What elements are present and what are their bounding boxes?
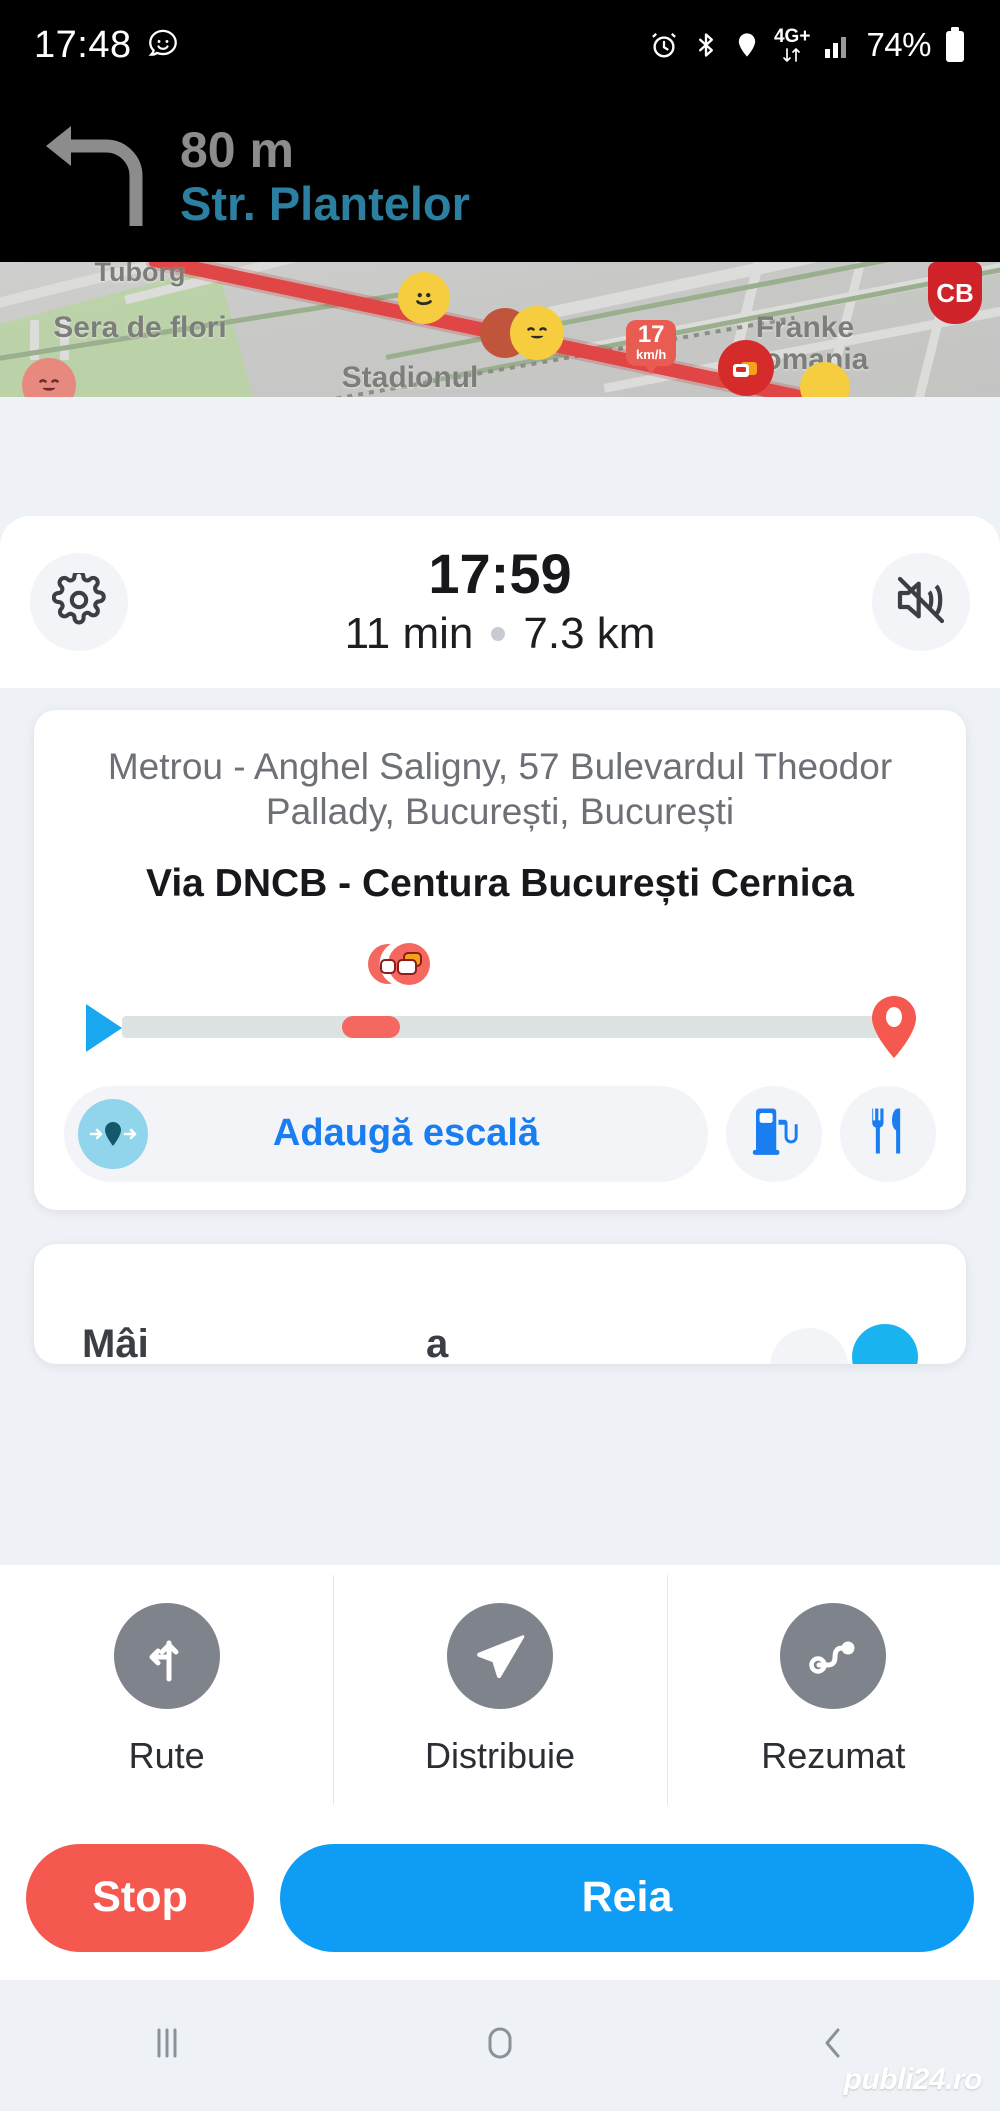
destination-address: Metrou - Anghel Saligny, 57 Bulevardul T… xyxy=(107,746,893,833)
android-navigation-bar: publi24.ro xyxy=(0,1980,1000,2111)
status-bar: 17:48 4G+ 74% xyxy=(0,0,1000,90)
stop-button[interactable]: Stop xyxy=(26,1843,254,1952)
eta-separator-dot xyxy=(491,627,506,642)
add-waypoint-icon xyxy=(78,1098,148,1169)
map-view[interactable]: Tuborg Sera de flori Stadionul Franke Ro… xyxy=(0,262,1000,397)
battery-percent-label: 74% xyxy=(866,26,931,63)
add-stop-label: Adaugă escală xyxy=(272,1112,540,1155)
traffic-jam-icon[interactable] xyxy=(718,340,774,396)
status-bar-clock: 17:48 xyxy=(34,23,132,66)
navigation-instruction-banner: 80 m Str. Plantelor xyxy=(0,90,1000,262)
battery-icon xyxy=(944,27,966,63)
route-via-label: Via DNCB - Centura București Cernica xyxy=(146,862,854,906)
route-summary-icon xyxy=(780,1603,887,1709)
speed-unit: km/h xyxy=(636,347,667,362)
watermark: publi24.ro xyxy=(843,2063,983,2096)
map-label: Tuborg xyxy=(94,262,186,287)
speed-limit-bubble: 17 km/h xyxy=(626,320,677,374)
eta-details: 11 min 7.3 km xyxy=(128,609,872,659)
route-progress-bar[interactable] xyxy=(64,930,936,1080)
secondary-card-icon-blue xyxy=(852,1323,918,1364)
traffic-jam-pin-icon[interactable] xyxy=(362,940,434,1024)
signal-bars-icon xyxy=(823,31,853,59)
eta-distance: 7.3 km xyxy=(523,609,656,659)
status-bar-left: 17:48 xyxy=(34,24,180,67)
mute-button[interactable] xyxy=(872,553,970,651)
destination-pin-icon xyxy=(868,994,920,1060)
route-progress-track xyxy=(122,1015,896,1038)
waze-mood-laugh-icon[interactable] xyxy=(510,306,564,360)
summary-action-label: Rezumat xyxy=(761,1735,906,1776)
waze-icon xyxy=(146,28,180,62)
navigation-controls-bar: Stop Reia xyxy=(0,1815,1000,1980)
maneuver-distance: 80 m xyxy=(180,122,294,179)
recents-button[interactable] xyxy=(107,2001,227,2091)
secondary-card-text-2: a xyxy=(426,1321,449,1364)
routes-action[interactable]: Rute xyxy=(0,1565,333,1815)
routes-fork-icon xyxy=(113,1603,220,1709)
secondary-card-text-1: Mâi xyxy=(82,1321,149,1364)
maneuver-street-name: Str. Plantelor xyxy=(180,176,470,230)
status-bar-right: 4G+ 74% xyxy=(649,26,966,64)
gear-icon xyxy=(51,569,106,632)
map-label: Sera de flori xyxy=(53,311,227,344)
restaurant-icon xyxy=(861,1104,915,1163)
summary-action[interactable]: Rezumat xyxy=(666,1565,1000,1815)
quick-actions-row: Adaugă escală xyxy=(64,1085,936,1182)
map-shield-marker[interactable]: CB xyxy=(928,262,982,324)
eta-bar: 17:59 11 min 7.3 km xyxy=(0,516,1000,688)
routes-action-label: Rute xyxy=(128,1735,205,1776)
settings-button[interactable] xyxy=(30,553,128,651)
recents-icon xyxy=(144,2020,190,2071)
resume-button[interactable]: Reia xyxy=(280,1843,974,1952)
gas-stations-button[interactable] xyxy=(726,1085,822,1182)
speed-value: 17 xyxy=(637,321,665,348)
restaurants-button[interactable] xyxy=(840,1085,936,1182)
action-bar: Rute Distribuie Rezumat xyxy=(0,1565,1000,1815)
gas-station-icon xyxy=(747,1104,801,1163)
alarm-icon xyxy=(649,30,679,60)
location-icon xyxy=(733,31,761,59)
route-card: Metrou - Anghel Saligny, 57 Bulevardul T… xyxy=(34,710,966,1210)
turn-left-icon xyxy=(36,116,156,236)
network-label: 4G+ xyxy=(773,25,811,47)
home-button[interactable] xyxy=(440,2001,560,2091)
waze-mood-sword-icon[interactable] xyxy=(398,272,450,324)
share-action[interactable]: Distribuie xyxy=(333,1565,666,1815)
share-action-label: Distribuie xyxy=(424,1735,576,1776)
add-stop-button[interactable]: Adaugă escală xyxy=(64,1085,708,1182)
map-label: Stadionul xyxy=(341,361,479,394)
eta-duration: 11 min xyxy=(344,609,474,659)
bluetooth-icon xyxy=(692,31,720,59)
network-4gplus-icon: 4G+ xyxy=(774,27,810,64)
secondary-card-icon-gray xyxy=(770,1327,848,1364)
current-position-arrow-icon xyxy=(86,1003,122,1052)
share-paper-plane-icon xyxy=(446,1603,553,1709)
home-icon xyxy=(477,2020,523,2071)
navigation-instruction-texts: 80 m Str. Plantelor xyxy=(180,124,470,228)
eta-arrival-time: 17:59 xyxy=(428,541,572,605)
secondary-card-peek[interactable]: Mâi a xyxy=(34,1243,966,1364)
sound-muted-icon xyxy=(893,572,949,633)
eta-summary: 17:59 11 min 7.3 km xyxy=(128,541,872,660)
